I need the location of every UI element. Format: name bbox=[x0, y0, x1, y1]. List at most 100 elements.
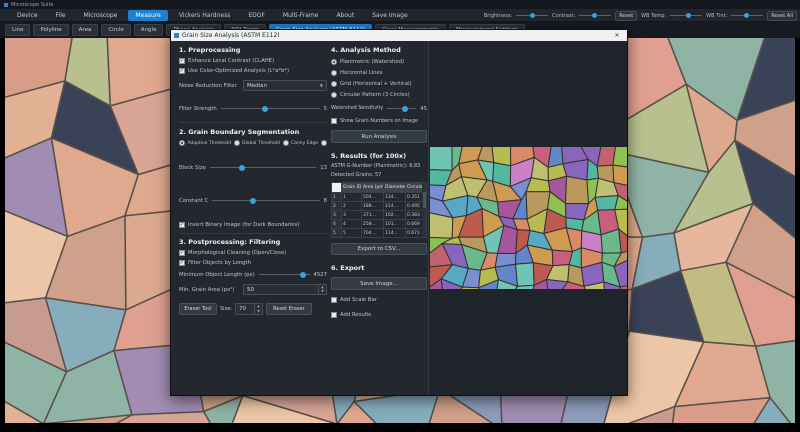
table-cell[interactable]: 134... bbox=[384, 193, 405, 201]
eraser-tool-button[interactable]: Eraser Tool bbox=[179, 303, 217, 315]
table-cell[interactable]: 188... bbox=[362, 202, 383, 210]
table-cell[interactable]: 0.351 bbox=[406, 193, 423, 201]
eraser-size-value: 70 bbox=[236, 304, 254, 314]
row-header[interactable]: 2 bbox=[332, 202, 341, 210]
planimetric-label: Planimetric (Watershed) bbox=[340, 59, 404, 65]
row-header[interactable]: 1 bbox=[332, 193, 341, 201]
radio-circular-pattern[interactable] bbox=[331, 92, 337, 98]
grid-radio-row[interactable]: Grid (Horizontal + Vertical) bbox=[331, 81, 427, 87]
lab-checkbox[interactable]: ✓ Use Color-Optimized Analysis (L*a*b*) bbox=[179, 68, 327, 74]
eraser-size-spinbox[interactable]: 70 ▲▼ bbox=[235, 303, 263, 315]
save-image-button[interactable]: Save Image... bbox=[331, 277, 427, 290]
tool-area[interactable]: Area bbox=[72, 24, 99, 36]
reset-button[interactable]: Reset bbox=[615, 11, 637, 21]
min-object-length-slider[interactable] bbox=[259, 270, 310, 279]
spin-arrows-icon[interactable]: ▲▼ bbox=[254, 304, 262, 314]
clahe-checkbox[interactable]: ✓ Enhance Local Contrast (CLAHE) bbox=[179, 58, 327, 64]
invert-binary-label: Invert Binary Image (for Dark Boundaries… bbox=[188, 222, 299, 228]
morph-cleaning-checkbox[interactable]: ✓ Morphological Cleaning (Open/Close) bbox=[179, 250, 327, 256]
table-cell[interactable]: 0.383 bbox=[406, 211, 423, 219]
dialog-body: 1. Preprocessing ✓ Enhance Local Contras… bbox=[171, 41, 627, 395]
watershed-sensitivity-row: Watershed Sensitivity 45 bbox=[331, 104, 427, 113]
add-results-checkbox[interactable]: Add Results bbox=[331, 312, 427, 318]
canny-edge-label: Canny Edge bbox=[291, 141, 318, 146]
table-scrollbar[interactable] bbox=[422, 183, 426, 237]
menu-measure[interactable]: Measure bbox=[128, 10, 168, 21]
checkbox-checked-icon: ✓ bbox=[179, 58, 185, 64]
table-cell[interactable]: 1 bbox=[342, 193, 361, 201]
table-cell[interactable]: 0.671 bbox=[406, 229, 423, 237]
brightness-slider[interactable] bbox=[516, 12, 548, 20]
left-frame bbox=[0, 38, 5, 423]
table-cell[interactable]: 504... bbox=[362, 193, 383, 201]
table-cell[interactable]: 101... bbox=[384, 220, 405, 228]
dialog-icon bbox=[174, 33, 179, 38]
menu-multi-frame[interactable]: Multi-Frame bbox=[276, 10, 326, 21]
export-csv-button[interactable]: Export to CSV... bbox=[331, 243, 427, 255]
radio-canny-edge[interactable] bbox=[283, 140, 289, 146]
block-size-slider[interactable] bbox=[210, 163, 316, 172]
radio-black-hat[interactable] bbox=[321, 140, 327, 146]
table-cell[interactable]: 214... bbox=[384, 202, 405, 210]
circular-pattern-radio-row[interactable]: Circular Pattern (3 Circles) bbox=[331, 92, 427, 98]
contrast-slider[interactable] bbox=[579, 12, 611, 20]
tool-line[interactable]: Line bbox=[5, 24, 30, 36]
table-cell[interactable]: 3 bbox=[342, 211, 361, 219]
filter-length-checkbox[interactable]: ✓ Filter Objects by Length bbox=[179, 260, 327, 266]
filter-strength-slider[interactable] bbox=[221, 104, 320, 113]
min-grain-area-spinbox[interactable]: 50 ▲▼ bbox=[243, 284, 327, 295]
radio-planimetric[interactable] bbox=[331, 59, 337, 65]
reset-all-button[interactable]: Reset All bbox=[767, 11, 797, 21]
show-grain-numbers-checkbox[interactable]: Show Grain Numbers on Image bbox=[331, 118, 427, 124]
wb-tint-slider[interactable] bbox=[731, 12, 763, 20]
run-analysis-button[interactable]: Run Analysis bbox=[331, 130, 427, 143]
watershed-sensitivity-slider[interactable] bbox=[387, 104, 416, 113]
close-icon[interactable]: ✕ bbox=[610, 32, 624, 39]
constant-c-slider[interactable] bbox=[212, 196, 319, 205]
row-header[interactable]: 3 bbox=[332, 211, 341, 219]
row-header[interactable]: 4 bbox=[332, 220, 341, 228]
radio-global-threshold[interactable] bbox=[234, 140, 240, 146]
tool-polyline[interactable]: Polyline bbox=[33, 24, 68, 36]
spin-arrows-icon[interactable]: ▲▼ bbox=[318, 285, 326, 294]
section-segmentation-title: 2. Grain Boundary Segmentation bbox=[179, 128, 327, 136]
analysis-preview-image[interactable] bbox=[430, 147, 627, 289]
menu-microscope[interactable]: Microscope bbox=[77, 10, 125, 21]
noise-filter-label: Noise Reduction Filter bbox=[179, 83, 237, 89]
contrast-label: Contrast: bbox=[552, 13, 575, 19]
menu-save-image[interactable]: Save Image bbox=[365, 10, 414, 21]
tool-circle[interactable]: Circle bbox=[101, 24, 130, 36]
radio-grid[interactable] bbox=[331, 81, 337, 87]
table-cell[interactable]: 371... bbox=[362, 211, 383, 219]
menu-about[interactable]: About bbox=[329, 10, 361, 21]
dialog-titlebar[interactable]: Grain Size Analysis (ASTM E112) ✕ bbox=[171, 30, 627, 41]
wb-temp-slider[interactable] bbox=[670, 12, 702, 20]
menu-vickers-hardness[interactable]: Vickers Hardness bbox=[172, 10, 238, 21]
planimetric-radio-row[interactable]: Planimetric (Watershed) bbox=[331, 59, 427, 65]
menu-device[interactable]: Device bbox=[10, 10, 45, 21]
eraser-row: Eraser Tool Size: 70 ▲▼ Reset Eraser bbox=[179, 303, 327, 315]
add-scale-bar-checkbox[interactable]: Add Scale Bar bbox=[331, 297, 427, 303]
table-cell[interactable]: 0.669 bbox=[406, 220, 423, 228]
table-cell[interactable]: 704... bbox=[362, 229, 383, 237]
table-cell[interactable]: 258... bbox=[362, 220, 383, 228]
table-cell[interactable]: 5 bbox=[342, 229, 361, 237]
tool-angle[interactable]: Angle bbox=[134, 24, 164, 36]
menu-file[interactable]: File bbox=[49, 10, 73, 21]
noise-filter-select[interactable]: Median ▼ bbox=[243, 80, 327, 91]
invert-binary-checkbox[interactable]: ✓ Invert Binary Image (for Dark Boundari… bbox=[179, 222, 327, 228]
reset-eraser-button[interactable]: Reset Eraser bbox=[266, 303, 312, 315]
table-cell[interactable]: 0.495 bbox=[406, 202, 423, 210]
table-cell[interactable]: 102... bbox=[384, 211, 405, 219]
lab-label: Use Color-Optimized Analysis (L*a*b*) bbox=[188, 68, 289, 74]
radio-horizontal-lines[interactable] bbox=[331, 70, 337, 76]
table-cell[interactable]: 114... bbox=[384, 229, 405, 237]
table-cell[interactable]: 2 bbox=[342, 202, 361, 210]
menu-edof[interactable]: EDOF bbox=[241, 10, 272, 21]
noise-filter-row: Noise Reduction Filter Median ▼ bbox=[179, 80, 327, 91]
row-header[interactable]: 5 bbox=[332, 229, 341, 237]
horizontal-lines-radio-row[interactable]: Horizontal Lines bbox=[331, 70, 427, 76]
radio-adaptive-threshold[interactable] bbox=[179, 140, 185, 146]
wb-tint-label: WB Tint: bbox=[706, 13, 727, 19]
table-cell[interactable]: 4 bbox=[342, 220, 361, 228]
